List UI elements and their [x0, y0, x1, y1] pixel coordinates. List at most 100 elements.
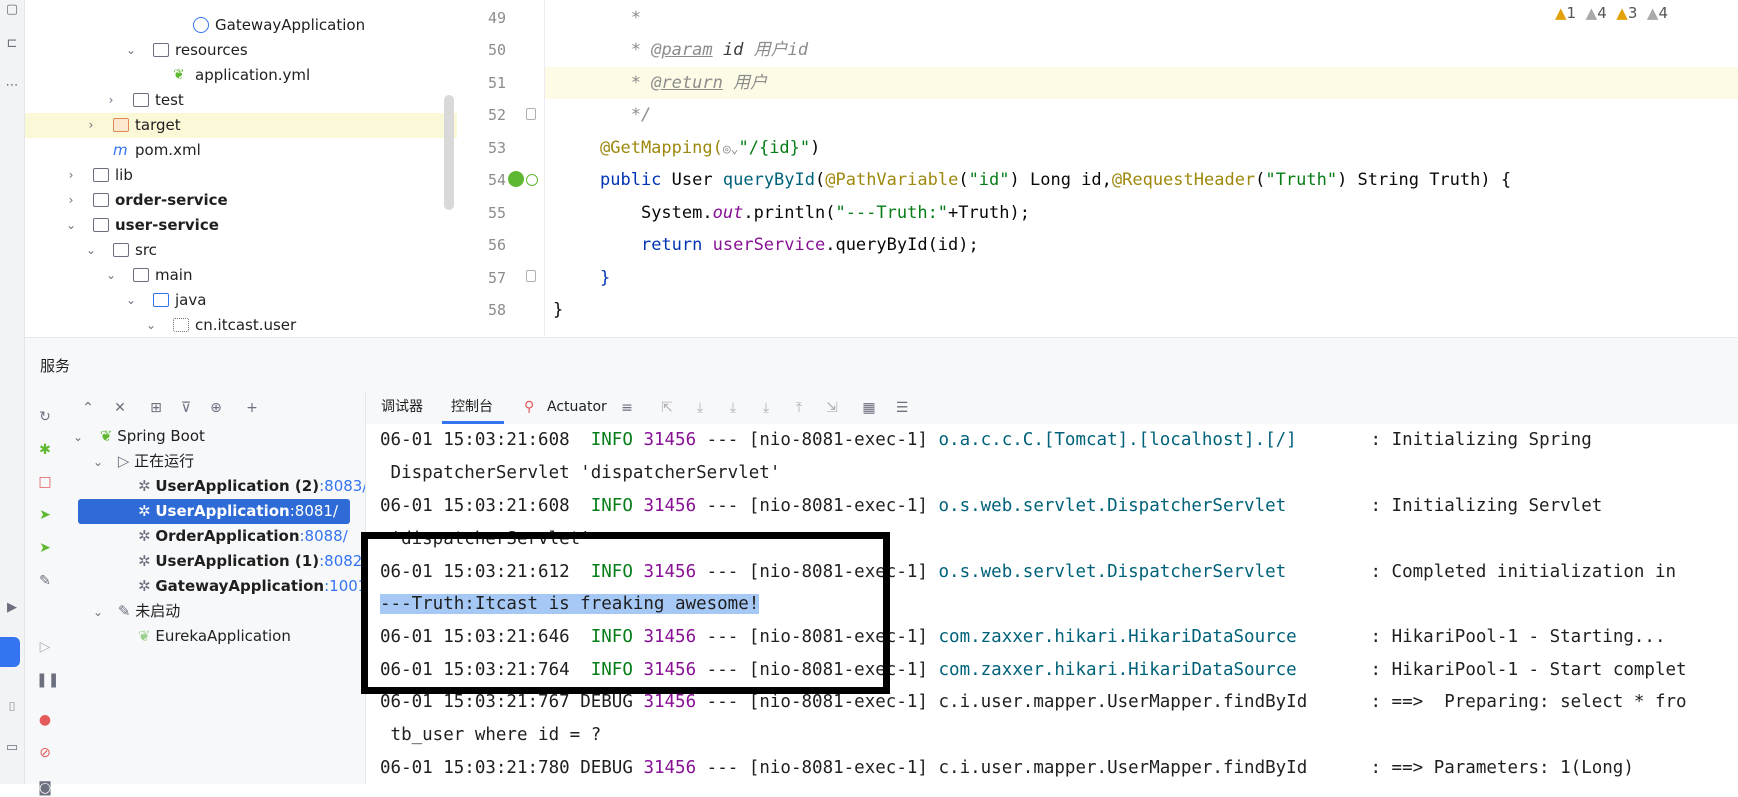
yml-leaf-icon: ❦ [173, 67, 185, 83]
chevron-down-icon[interactable]: ⌄ [73, 430, 83, 444]
toolwindow-icon[interactable]: ▢ [4, 2, 20, 18]
fold-icon[interactable] [526, 108, 536, 120]
chevron-down-icon[interactable]: ⌄ [125, 288, 137, 313]
more-icon[interactable]: ⋯ [4, 78, 20, 94]
step-out-icon[interactable]: ⤒ [790, 399, 808, 417]
maven-icon: m [113, 141, 128, 159]
tree-item-test[interactable]: › test [25, 88, 457, 113]
spring-run-icon[interactable]: ➤ [36, 506, 54, 524]
tree-item-target[interactable]: › target [25, 113, 457, 138]
terminal-icon[interactable]: ⌷ [4, 700, 20, 716]
stop-icon[interactable]: □ [36, 473, 54, 491]
spring-debug-icon[interactable]: ➤ [36, 539, 54, 557]
fold-icon[interactable] [526, 270, 536, 282]
gutter-endpoint-icon[interactable] [526, 174, 538, 186]
tree-item-package[interactable]: ⌄ cn.itcast.user [25, 313, 457, 336]
actuator-icon: ⚲ [524, 399, 535, 415]
svc-not-started-group[interactable]: ⌄ ✎ 未启动 [93, 599, 180, 624]
globe-icon[interactable]: ◎⌄ [723, 142, 739, 157]
svc-item-orderapplication[interactable]: ✲ OrderApplication:8088/ [138, 524, 348, 549]
tree-item-main[interactable]: ⌄ main [25, 263, 457, 288]
run-icon[interactable]: ▶ [4, 600, 20, 616]
folder-icon [133, 93, 149, 107]
code-line-50: * @param id 用户id [630, 40, 809, 60]
chevron-right-icon[interactable]: › [65, 163, 77, 188]
code-line-56: return userService.queryById(id); [640, 235, 979, 255]
warning-icon: ▲ [1585, 4, 1598, 22]
services-actions: ↻ ✱ □ ➤ ➤ ✎ ▷ ❚❚ ● ⊘ ◙ [25, 391, 65, 796]
bug-icon: ✲ [138, 552, 151, 570]
chevron-down-icon[interactable]: ⌄ [145, 313, 157, 336]
bug-icon: ✲ [138, 502, 151, 520]
line-number: 58 [487, 301, 506, 319]
folder-icon [113, 243, 129, 257]
tree-item-order-service[interactable]: › order-service [25, 188, 457, 213]
spring-endpoint-gutter-icon[interactable] [508, 171, 524, 187]
chevron-down-icon[interactable]: ⌄ [93, 455, 103, 469]
tree-item-lib[interactable]: › lib [25, 163, 457, 188]
group-by-icon[interactable]: ⊞ [147, 399, 165, 417]
mute-breakpoints-icon[interactable]: ⊘ [36, 744, 54, 762]
rerun-icon[interactable]: ↻ [36, 408, 54, 426]
svc-item-gatewayapplication[interactable]: ✲ GatewayApplication:10010 [138, 574, 364, 599]
services-toolbar: ⌃ ✕ ⊞ ⊽ ⊕ + [25, 391, 365, 425]
resume-icon[interactable]: ▷ [36, 638, 54, 656]
log-line: 06-01 15:03:21:608 INFO 31456 --- [nio-8… [380, 430, 1592, 450]
expand-all-icon[interactable]: ⌃ [79, 399, 97, 417]
add-service-icon[interactable]: + [243, 399, 261, 417]
chevron-down-icon[interactable]: ⌄ [85, 238, 97, 263]
log-line-continuation: tb_user where id = ? [380, 725, 602, 745]
module-folder-icon [93, 193, 109, 207]
breakpoints-icon[interactable]: ● [36, 711, 54, 729]
svc-running-group[interactable]: ⌄ ▷ 正在运行 [93, 449, 194, 474]
force-step-into-icon[interactable]: ⤓ [757, 399, 775, 417]
debug-icon[interactable]: ✱ [36, 441, 54, 459]
tree-item-pom-xml[interactable]: m pom.xml [25, 138, 457, 163]
code-line-58: } [553, 300, 564, 320]
tree-item-java[interactable]: ⌄ java [25, 288, 457, 313]
step-into-icon[interactable]: ⤓ [724, 399, 742, 417]
chevron-right-icon[interactable]: › [65, 188, 77, 213]
filter-icon[interactable]: ⊽ [177, 399, 195, 417]
svc-item-userapplication[interactable]: ✲ UserApplication:8081/ [138, 499, 338, 524]
chevron-right-icon[interactable]: › [105, 88, 117, 113]
settings-wrench-icon[interactable]: ✎ [36, 572, 54, 590]
chevron-down-icon[interactable]: ⌄ [65, 213, 77, 238]
camera-icon[interactable]: ◙ [36, 779, 54, 797]
tree-scrollbar[interactable] [444, 95, 454, 210]
step-over-icon[interactable]: ⤓ [691, 399, 709, 417]
tree-item-resources[interactable]: ⌄ resources [25, 38, 457, 63]
tab-console[interactable]: 控制台 [451, 391, 493, 424]
problems-icon[interactable]: ▭ [4, 740, 20, 756]
menu-icon[interactable]: ≡ [618, 399, 636, 417]
tree-item-src[interactable]: ⌄ src [25, 238, 457, 263]
svc-item-userapplication-1[interactable]: ✲ UserApplication (1):8082/ [138, 549, 367, 574]
chevron-down-icon[interactable]: ⌄ [93, 605, 103, 619]
tree-item-application-yml[interactable]: ❦ application.yml [25, 63, 457, 88]
tab-actuator[interactable]: Actuator [547, 391, 607, 424]
tab-debugger[interactable]: 调试器 [381, 391, 423, 424]
run-to-cursor-icon[interactable]: ⇲ [823, 399, 841, 417]
class-icon [193, 17, 209, 33]
line-number: 55 [487, 204, 506, 222]
show-execution-point-icon[interactable]: ⇱ [658, 399, 676, 417]
chevron-down-icon[interactable]: ⌄ [125, 38, 137, 63]
trace-icon[interactable]: ☰ [893, 399, 911, 417]
ai-chat-icon[interactable] [0, 637, 20, 667]
project-tree: GatewayApplication ⌄ resources ❦ applica… [25, 0, 457, 336]
collapse-all-icon[interactable]: ✕ [111, 399, 129, 417]
inspection-widget[interactable]: ▲1 ▲4 ▲3 ▲4 [1555, 4, 1668, 22]
line-number: 57 [487, 269, 506, 287]
bug-icon: ✲ [138, 577, 151, 595]
tree-item-user-service[interactable]: ⌄ user-service [25, 213, 457, 238]
svc-item-userapplication-2[interactable]: ✲ UserApplication (2):8083/ [138, 474, 367, 499]
svc-item-eurekaapplication[interactable]: ❦ EurekaApplication [138, 624, 291, 649]
structure-icon[interactable]: ⊏ [4, 36, 20, 52]
evaluate-icon[interactable]: ▦ [860, 399, 878, 417]
pause-icon[interactable]: ❚❚ [36, 671, 59, 689]
tree-item-gateway-application[interactable]: GatewayApplication [25, 13, 457, 38]
chevron-down-icon[interactable]: ⌄ [105, 263, 117, 288]
chevron-right-icon[interactable]: › [85, 113, 97, 138]
svc-spring-boot-group[interactable]: ⌄ ❦ Spring Boot [73, 424, 205, 449]
new-group-icon[interactable]: ⊕ [207, 399, 225, 417]
